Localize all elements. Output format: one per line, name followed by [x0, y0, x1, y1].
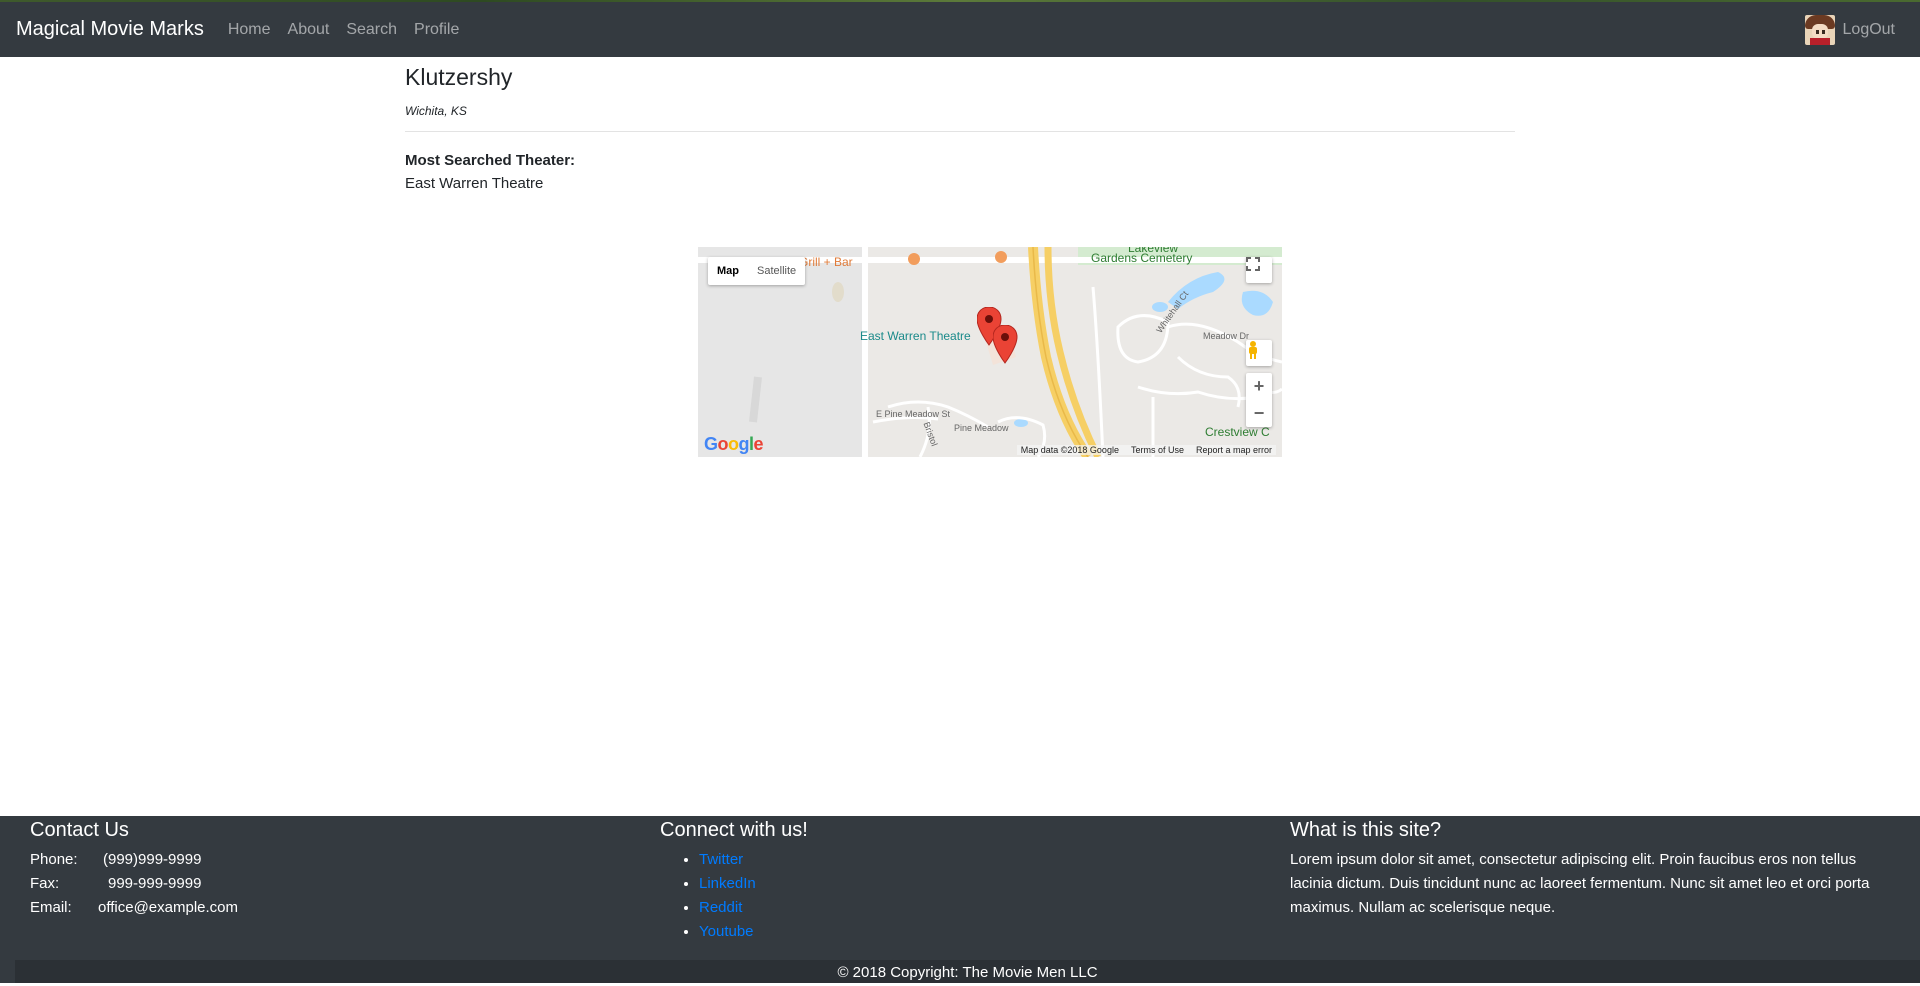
- phone-label: Phone:: [30, 851, 78, 868]
- about-title: What is this site?: [1290, 819, 1442, 841]
- map-label-pine-meadow-2: Pine Meadow: [954, 423, 1009, 433]
- google-map[interactable]: East Warren Theatre lebee's Grill + Bar …: [698, 247, 1282, 457]
- logout-link[interactable]: LogOut: [1843, 21, 1895, 39]
- map-label-theatre: East Warren Theatre: [860, 329, 971, 343]
- list-item: Twitter: [699, 848, 808, 872]
- fax-label: Fax:: [30, 875, 60, 892]
- list-item: Reddit: [699, 896, 808, 920]
- nav-profile[interactable]: Profile: [414, 21, 459, 39]
- report-error-link[interactable]: Report a map error: [1196, 445, 1272, 455]
- avatar[interactable]: [1804, 14, 1835, 45]
- connect-title: Connect with us!: [660, 819, 808, 841]
- social-links: Twitter LinkedIn Reddit Youtube: [660, 848, 808, 944]
- most-searched-label: Most Searched Theater:: [405, 152, 576, 169]
- map-type-satellite-button[interactable]: Satellite: [748, 257, 805, 285]
- map-data-text: Map data ©2018 Google: [1020, 445, 1119, 455]
- map-label-cemetery: Gardens Cemetery: [1091, 251, 1193, 265]
- nav-search[interactable]: Search: [346, 21, 397, 39]
- nav-home[interactable]: Home: [228, 21, 271, 39]
- fullscreen-button[interactable]: [1246, 257, 1272, 283]
- profile-section: Klutzershy Wichita, KS Most Searched The…: [405, 57, 1515, 192]
- user-location: Wichita, KS: [405, 104, 467, 118]
- fax-value: 999-999-9999: [108, 875, 202, 892]
- copyright: © 2018 Copyright: The Movie Men LLC: [15, 960, 1920, 983]
- email-value: office@example.com: [98, 899, 239, 916]
- zoom-in-button[interactable]: +: [1246, 373, 1272, 400]
- reddit-link[interactable]: Reddit: [699, 899, 742, 916]
- brand-link[interactable]: Magical Movie Marks: [16, 18, 204, 41]
- twitter-link[interactable]: Twitter: [699, 851, 743, 868]
- divider: [405, 131, 1515, 132]
- zoom-out-button[interactable]: −: [1246, 400, 1272, 427]
- map-label-crestview: Crestview C: [1205, 425, 1270, 439]
- pegman-icon: [1249, 341, 1257, 359]
- linkedin-link[interactable]: LinkedIn: [699, 875, 756, 892]
- list-item: Youtube: [699, 920, 808, 944]
- street-view-button[interactable]: [1246, 340, 1272, 366]
- terms-link[interactable]: Terms of Use: [1131, 445, 1184, 455]
- navbar: Magical Movie Marks Home About Search Pr…: [0, 2, 1920, 57]
- phone-value: (999)999-9999: [103, 851, 202, 868]
- email-label: Email:: [30, 899, 72, 916]
- most-searched-theater: East Warren Theatre: [405, 175, 544, 192]
- username-heading: Klutzershy: [405, 64, 513, 90]
- map-marker-icon[interactable]: [993, 325, 1033, 385]
- list-item: LinkedIn: [699, 872, 808, 896]
- map-label-pine-meadow: E Pine Meadow St: [876, 409, 951, 419]
- youtube-link[interactable]: Youtube: [699, 923, 754, 940]
- nav-user: LogOut: [1804, 14, 1895, 45]
- footer: Contact Us Phone: (999)999-9999 Fax: 999-9…: [0, 816, 1920, 983]
- contact-title: Contact Us: [30, 819, 129, 841]
- fullscreen-icon: [1246, 257, 1260, 271]
- connect-column: Connect with us! Twitter LinkedIn Reddit…: [660, 816, 808, 944]
- zoom-control: + −: [1246, 373, 1272, 427]
- map-footer: Map data ©2018 Google Terms of Use Repor…: [1016, 445, 1276, 455]
- about-text: Lorem ipsum dolor sit amet, consectetur …: [1290, 851, 1870, 916]
- map-label-meadow: Meadow Dr: [1203, 331, 1250, 341]
- google-logo: Google: [704, 434, 764, 454]
- map-type-map-button[interactable]: Map: [708, 257, 748, 285]
- nav-about[interactable]: About: [288, 21, 330, 39]
- contact-column: Contact Us Phone: (999)999-9999 Fax: 999-9…: [30, 816, 238, 920]
- map-type-control: Map Satellite: [708, 257, 806, 285]
- about-column: What is this site? Lorem ipsum dolor sit…: [1290, 816, 1890, 920]
